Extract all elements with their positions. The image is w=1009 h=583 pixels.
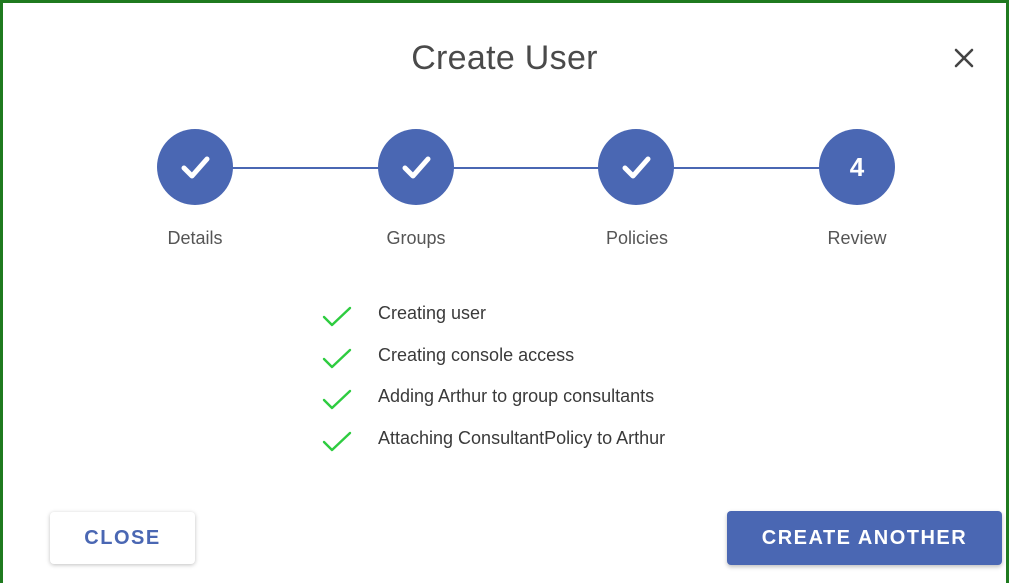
check-icon bbox=[402, 156, 431, 179]
create-user-dialog: Create User 4 Details Groups Policies Re… bbox=[0, 0, 1009, 583]
close-button[interactable]: CLOSE bbox=[50, 512, 195, 564]
close-icon[interactable] bbox=[949, 43, 979, 73]
stepper-connector bbox=[229, 167, 379, 169]
step-label-review: Review bbox=[827, 228, 887, 248]
step-policies-circle bbox=[598, 129, 674, 205]
list-item: Attaching ConsultantPolicy to Arthur bbox=[321, 424, 665, 466]
progress-item-text: Attaching ConsultantPolicy to Arthur bbox=[378, 427, 666, 448]
progress-list: Creating user Creating console access Ad… bbox=[321, 299, 665, 465]
check-icon bbox=[181, 156, 210, 179]
step-label-policies: Policies bbox=[605, 228, 669, 248]
dialog-title: Create User bbox=[411, 39, 598, 77]
step-groups-circle bbox=[378, 129, 454, 205]
step-details-circle bbox=[157, 129, 233, 205]
step-number: 4 bbox=[849, 151, 865, 182]
list-item: Creating user bbox=[321, 299, 665, 341]
step-label-groups: Groups bbox=[386, 228, 446, 248]
check-icon bbox=[622, 156, 651, 179]
stepper-connector bbox=[671, 167, 821, 169]
check-icon bbox=[322, 306, 352, 327]
progress-item-text: Adding Arthur to group consultants bbox=[378, 386, 655, 406]
list-item: Adding Arthur to group consultants bbox=[321, 382, 665, 424]
create-another-button[interactable]: CREATE ANOTHER bbox=[727, 511, 1002, 565]
check-icon bbox=[322, 389, 352, 410]
step-review-circle: 4 bbox=[819, 129, 895, 205]
check-icon bbox=[322, 348, 352, 368]
list-item: Creating console access bbox=[321, 341, 665, 383]
step-label-details: Details bbox=[167, 228, 223, 248]
progress-item-text: Creating console access bbox=[378, 344, 575, 365]
check-icon bbox=[322, 431, 352, 451]
progress-item-text: Creating user bbox=[378, 303, 487, 323]
stepper-connector bbox=[451, 167, 601, 169]
